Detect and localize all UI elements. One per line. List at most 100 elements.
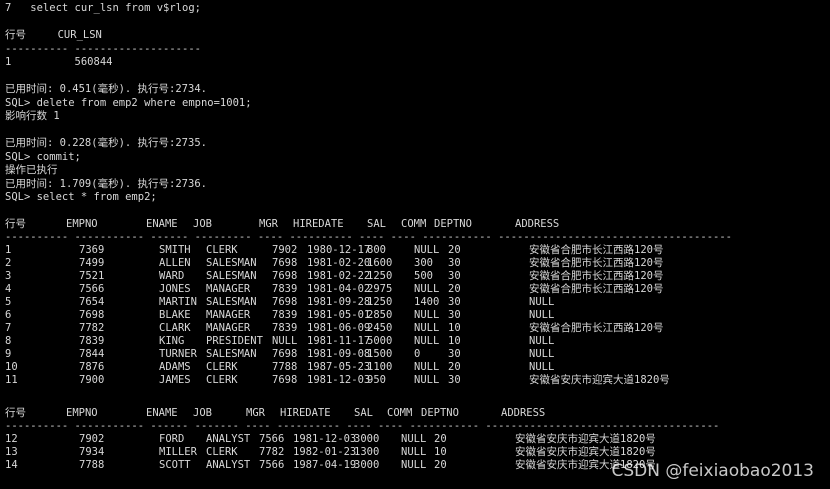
table-cell: 800 (367, 244, 386, 256)
table-cell: 30 (448, 348, 461, 360)
table-cell: 1400 (414, 296, 440, 308)
table-cell: 1981-12-03 (293, 433, 357, 445)
table-cell: 1981-05-01 (307, 309, 371, 321)
table-cell: 13 (5, 446, 18, 458)
console-line: SQL> select * from emp2; (5, 191, 157, 203)
table-cell: 7839 (272, 309, 298, 321)
table-cell: ADAMS (159, 361, 191, 373)
table-cell: 7499 (79, 257, 105, 269)
table-cell: SALESMAN (206, 257, 257, 269)
table-cell: 安徽省合肥市长江西路120号 (529, 244, 664, 256)
console-line: SQL> delete from emp2 where empno=1001; (5, 97, 252, 109)
table-cell: 7782 (259, 446, 285, 458)
table-cell: 1981-06-09 (307, 322, 371, 334)
console-line: 行号 CUR_LSN (5, 29, 102, 41)
table-cell: NULL (414, 283, 440, 295)
column-header: JOB (193, 218, 212, 230)
table-cell: WARD (159, 270, 185, 282)
table-cell: 2 (5, 257, 12, 269)
table-cell: 1250 (367, 270, 393, 282)
column-header: HIREDATE (280, 407, 331, 419)
table-cell: 7902 (79, 433, 105, 445)
terminal-window[interactable]: 7 select cur_lsn from v$rlog; 行号 CUR_LSN… (0, 0, 830, 489)
table-cell: NULL (529, 335, 555, 347)
table-cell: PRESIDENT (206, 335, 263, 347)
table-cell: 7698 (272, 270, 298, 282)
table-cell: 1987-05-23 (307, 361, 371, 373)
table-cell: 3000 (354, 433, 380, 445)
table-row: 4 7566 JONES MANAGER 7839 1981-04-02 2975 NULL 2… (0, 283, 830, 296)
table-cell: TURNER (159, 348, 197, 360)
table-cell: MANAGER (206, 309, 251, 321)
table-cell: 1500 (367, 348, 393, 360)
table-cell: 7788 (272, 361, 298, 373)
table-cell: 10 (448, 335, 461, 347)
table-cell: SALESMAN (206, 296, 257, 308)
table-cell: NULL (414, 309, 440, 321)
table-cell: 安徽省合肥市长江西路120号 (529, 257, 664, 269)
table-cell: 20 (448, 361, 461, 373)
table-cell: 20 (434, 459, 447, 471)
table-cell: 10 (5, 361, 18, 373)
table-cell: 1987-04-19 (293, 459, 357, 471)
table-cell: JAMES (159, 374, 191, 386)
table-cell: 11 (5, 374, 18, 386)
column-header: MGR (259, 218, 278, 230)
table-cell: 8 (5, 335, 12, 347)
table-cell: 1981-09-28 (307, 296, 371, 308)
column-header: DEPTNO (434, 218, 472, 230)
table-cell: MARTIN (159, 296, 197, 308)
table-cell: JONES (159, 283, 191, 295)
table-cell: 1980-12-17 (307, 244, 371, 256)
table-cell: CLARK (159, 322, 191, 334)
table-cell: 安徽省安庆市迎宾大道1820号 (529, 374, 670, 386)
separator-line: ---------- ----------- ------ --------- … (5, 231, 732, 243)
table-cell: 7 (5, 322, 12, 334)
table-cell: CLERK (206, 361, 238, 373)
table-cell: 20 (448, 244, 461, 256)
column-header: ENAME (146, 218, 178, 230)
table-row: 13 7934 MILLER CLERK 7782 1982-01-23 1300 NULL 1… (0, 446, 830, 459)
table-cell: CLERK (206, 244, 238, 256)
table-header-row: 行号 EMPNO ENAME JOB MGR HIREDATE SAL COMM DEPTNO A… (0, 407, 830, 420)
table-row: 3 7521 WARD SALESMAN 7698 1981-02-22 1250 500 30… (0, 270, 830, 283)
table-cell: ALLEN (159, 257, 191, 269)
table-cell: ANALYST (206, 459, 251, 471)
table-cell: 2450 (367, 322, 393, 334)
table-cell: NULL (401, 446, 427, 458)
console-line: 影响行数 1 (5, 110, 60, 122)
table-cell: 7900 (79, 374, 105, 386)
table-cell: NULL (414, 335, 440, 347)
table-cell: 1981-02-22 (307, 270, 371, 282)
column-header: EMPNO (66, 218, 98, 230)
table-cell: 10 (448, 322, 461, 334)
column-header: DEPTNO (421, 407, 459, 419)
table-separator: ---------- ----------- ------ ------- --… (0, 420, 830, 433)
table-cell: 7698 (272, 348, 298, 360)
table-cell: 5 (5, 296, 12, 308)
column-header: ENAME (146, 407, 178, 419)
table-cell: 30 (448, 257, 461, 269)
table-cell: MILLER (159, 446, 197, 458)
table-cell: SMITH (159, 244, 191, 256)
column-header: MGR (246, 407, 265, 419)
separator-line: ---------- ----------- ------ ------- --… (5, 420, 720, 432)
table-cell: 10 (434, 446, 447, 458)
table-cell: 3 (5, 270, 12, 282)
table-cell: KING (159, 335, 185, 347)
table-cell: 安徽省合肥市长江西路120号 (529, 270, 664, 282)
table-cell: 1981-12-03 (307, 374, 371, 386)
table-cell: BLAKE (159, 309, 191, 321)
table-cell: NULL (529, 309, 555, 321)
table-cell: 7839 (79, 335, 105, 347)
table-cell: 7839 (272, 322, 298, 334)
table-cell: 20 (434, 433, 447, 445)
table-cell: 7788 (79, 459, 105, 471)
table-cell: NULL (414, 374, 440, 386)
table-cell: SALESMAN (206, 270, 257, 282)
table-cell: 7698 (79, 309, 105, 321)
console-line: 7 select cur_lsn from v$rlog; (5, 2, 201, 14)
table-cell: 9 (5, 348, 12, 360)
table-cell: 7698 (272, 374, 298, 386)
console-line: 操作已执行 (5, 164, 58, 176)
